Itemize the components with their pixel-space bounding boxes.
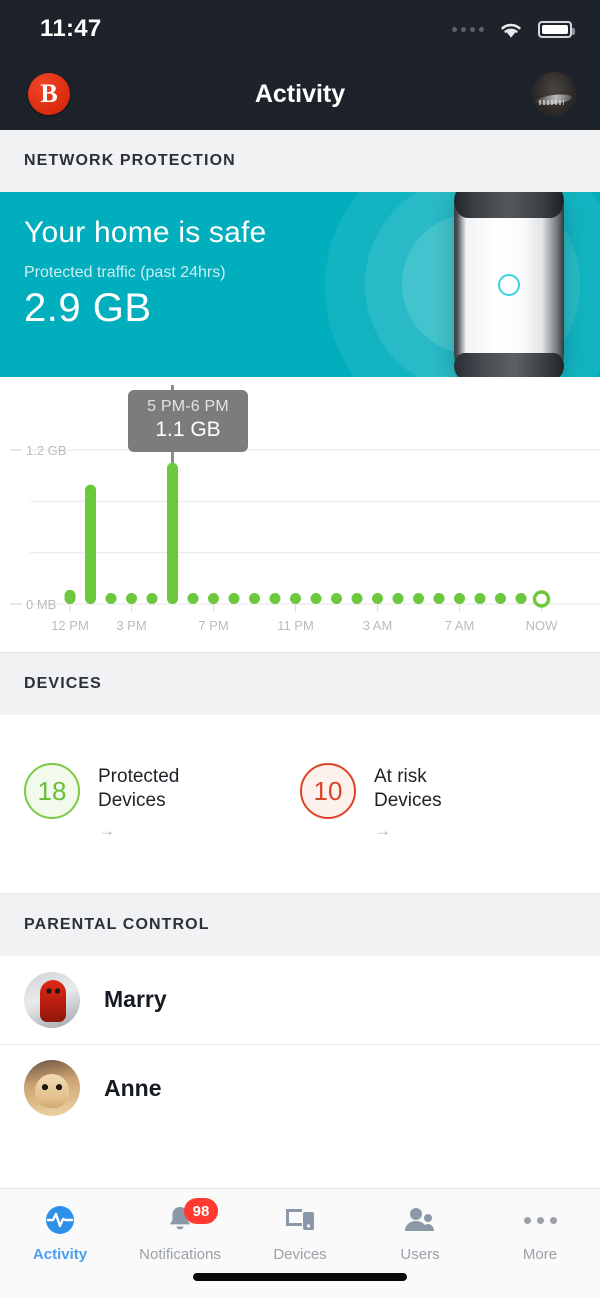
- devices-icon: [283, 1203, 317, 1237]
- svg-text:7 AM: 7 AM: [445, 618, 475, 633]
- ellipsis-icon: [523, 1203, 557, 1237]
- svg-text:NOW: NOW: [526, 618, 559, 633]
- protected-devices-count: 18: [24, 763, 80, 819]
- bell-icon: 98: [166, 1198, 218, 1237]
- router-led-icon: [498, 274, 520, 297]
- list-item[interactable]: Anne: [0, 1043, 600, 1132]
- at-risk-devices-label-line2: Devices: [374, 790, 442, 812]
- tab-activity-label: Activity: [32, 1246, 88, 1263]
- section-header-network-protection: NETWORK PROTECTION: [0, 130, 600, 192]
- svg-text:7 PM: 7 PM: [198, 618, 228, 633]
- nav-bar: B Activity: [0, 58, 600, 130]
- at-risk-devices-label: At risk Devices →: [374, 763, 442, 839]
- bottom-tab-bar: Activity 98 Notifications Devices Users …: [0, 1188, 600, 1298]
- tooltip-value: 1.1 GB: [155, 418, 221, 441]
- notifications-badge: 98: [184, 1198, 218, 1224]
- traffic-chart-svg: 0 MB 1.2 GB 12 PM 3 PM 7 PM 11 PM 3 AM 7 AM NOW: [10, 385, 600, 633]
- signal-dots-icon: [452, 26, 484, 32]
- at-risk-devices-count: 10: [300, 763, 356, 819]
- tab-activity[interactable]: Activity: [0, 1203, 120, 1263]
- traffic-chart[interactable]: 0 MB 1.2 GB 12 PM 3 PM 7 PM 11 PM 3 AM 7 AM NOW: [0, 377, 600, 652]
- activity-pulse-icon: [44, 1203, 76, 1237]
- svg-text:11 PM: 11 PM: [277, 618, 314, 633]
- protected-devices-label-line1: Protected: [98, 766, 180, 787]
- tab-users[interactable]: Users: [360, 1203, 480, 1263]
- arrow-right-icon[interactable]: →: [374, 822, 442, 839]
- list-item[interactable]: Marry: [0, 955, 600, 1044]
- at-risk-devices-label-line1: At risk: [374, 766, 427, 787]
- tab-devices-label: Devices: [273, 1246, 327, 1263]
- users-icon: [403, 1203, 437, 1237]
- list-item-label: Marry: [104, 986, 167, 1013]
- status-time: 11:47: [40, 15, 102, 42]
- wifi-icon: [498, 20, 524, 39]
- battery-icon: [538, 20, 575, 38]
- tab-users-label: Users: [400, 1246, 440, 1263]
- network-protection-banner[interactable]: Your home is safe Protected traffic (pas…: [0, 192, 600, 377]
- chart-tooltip: 5 PM-6 PM 1.1 GB: [128, 390, 248, 452]
- protected-devices-label: Protected Devices →: [98, 763, 179, 839]
- router-device-icon: [454, 192, 564, 377]
- tab-more[interactable]: More: [480, 1203, 600, 1263]
- svg-text:3 PM: 3 PM: [116, 618, 146, 633]
- avatar[interactable]: [532, 72, 576, 116]
- tab-notifications[interactable]: 98 Notifications: [120, 1198, 240, 1263]
- app-root: 11:47 B Activity NETWORK PROTECTION Your…: [0, 0, 600, 1298]
- tab-devices[interactable]: Devices: [240, 1203, 360, 1263]
- status-bar: 11:47: [0, 0, 600, 58]
- arrow-right-icon[interactable]: →: [98, 822, 179, 839]
- svg-text:1.2 GB: 1.2 GB: [26, 443, 66, 458]
- list-item-label: Anne: [104, 1074, 162, 1101]
- brand-logo-icon[interactable]: B: [28, 73, 70, 115]
- svg-text:0 MB: 0 MB: [26, 597, 56, 612]
- tab-notifications-label: Notifications: [139, 1246, 221, 1263]
- devices-summary: 18 Protected Devices → 10 At risk Device…: [0, 715, 600, 893]
- home-indicator: [193, 1273, 407, 1281]
- at-risk-devices-card[interactable]: 10 At risk Devices →: [300, 763, 576, 839]
- page-title: Activity: [254, 79, 346, 108]
- tooltip-time-range: 5 PM-6 PM: [147, 398, 229, 415]
- tab-more-label: More: [522, 1246, 558, 1263]
- svg-text:3 AM: 3 AM: [363, 618, 393, 633]
- section-header-parental-control: PARENTAL CONTROL: [0, 892, 600, 956]
- section-header-devices: DEVICES: [0, 652, 600, 715]
- protected-devices-card[interactable]: 18 Protected Devices →: [24, 763, 300, 839]
- status-indicators: [452, 20, 575, 39]
- avatar: [24, 971, 80, 1028]
- svg-text:12 PM: 12 PM: [51, 618, 89, 633]
- protected-devices-label-line2: Devices: [98, 790, 166, 812]
- avatar: [24, 1060, 80, 1117]
